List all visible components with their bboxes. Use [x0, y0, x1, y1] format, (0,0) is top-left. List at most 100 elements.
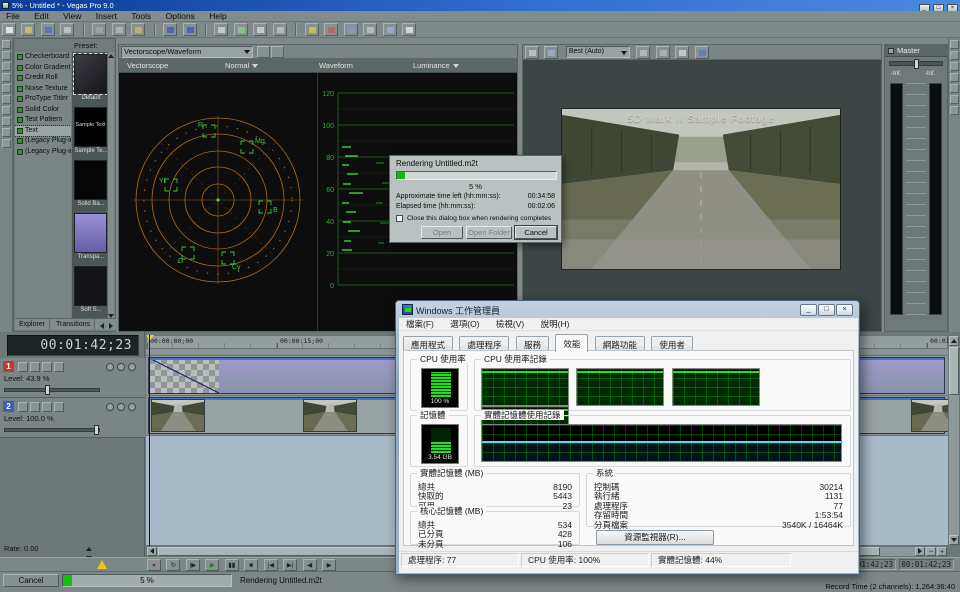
dock-tab-icon[interactable]: [950, 73, 959, 82]
spin-up-icon[interactable]: [86, 547, 92, 551]
cancel-render-button[interactable]: Cancel: [3, 574, 59, 587]
scope-grid-icon[interactable]: [271, 46, 284, 58]
close-button[interactable]: ×: [836, 304, 853, 316]
copy-snapshot-icon[interactable]: [675, 46, 689, 59]
tab-explorer[interactable]: Explorer: [15, 319, 50, 330]
slider-handle[interactable]: [45, 385, 50, 395]
preset-scrollbar[interactable]: [107, 52, 114, 320]
playhead-cursor[interactable]: [149, 335, 150, 546]
paste-icon[interactable]: [131, 23, 145, 36]
dock-tab-icon[interactable]: [2, 117, 11, 126]
generator-item[interactable]: ProType Titler: [15, 94, 71, 105]
slider-handle[interactable]: [94, 425, 99, 435]
playback-rate-control[interactable]: Rate: 0.00: [4, 544, 39, 553]
fader-handle[interactable]: [914, 59, 919, 69]
generator-item[interactable]: (Legacy Plug-in): [15, 136, 71, 147]
project-video-properties-icon[interactable]: [525, 46, 539, 59]
scroll-up-icon[interactable]: [949, 336, 959, 346]
menu-tools[interactable]: Tools: [125, 11, 157, 22]
zoom-in-button[interactable]: +: [937, 547, 947, 556]
next-frame-button[interactable]: ▶: [322, 559, 336, 571]
mute-button[interactable]: [106, 403, 114, 411]
tab-transitions[interactable]: Transitions: [52, 319, 95, 330]
menu-help[interactable]: Help: [203, 11, 232, 22]
mute-button[interactable]: [106, 363, 114, 371]
solo-button[interactable]: [117, 403, 125, 411]
project-properties-icon[interactable]: [60, 23, 74, 36]
copy-icon[interactable]: [112, 23, 126, 36]
preset-item[interactable]: Transpa...: [72, 211, 110, 264]
dock-tab-icon[interactable]: [2, 73, 11, 82]
preset-item[interactable]: Sample Text Sample Te...: [72, 105, 110, 158]
dock-tab-icon[interactable]: [950, 51, 959, 60]
track-automation-icon[interactable]: [42, 362, 52, 372]
track-number-badge[interactable]: 2: [3, 401, 14, 412]
track-fx-icon[interactable]: [30, 362, 40, 372]
scope-type-combo[interactable]: Vectorscope/Waveform: [121, 46, 253, 58]
stop-button[interactable]: ■: [244, 559, 258, 571]
tab-scroll-right-icon[interactable]: [109, 323, 113, 329]
close-when-done-checkbox[interactable]: [396, 215, 403, 222]
maximize-button[interactable]: □: [818, 304, 835, 316]
edit-tool-icon[interactable]: [234, 23, 248, 36]
solo-button[interactable]: [117, 363, 125, 371]
waveform-mode-combo[interactable]: Luminance: [413, 59, 459, 73]
menu-options[interactable]: Options: [160, 11, 201, 22]
cancel-button[interactable]: Cancel: [515, 226, 557, 239]
event-tool-icon[interactable]: [214, 23, 228, 36]
play-button[interactable]: ▶: [205, 559, 219, 571]
save-snapshot-icon[interactable]: [695, 46, 709, 59]
dock-tab-icon[interactable]: [2, 51, 11, 60]
previous-frame-button[interactable]: ◀: [303, 559, 317, 571]
dock-tab-icon[interactable]: [2, 106, 11, 115]
dock-tab-icon[interactable]: [950, 40, 959, 49]
master-fader[interactable]: [889, 61, 943, 66]
track-level-slider[interactable]: [4, 388, 100, 392]
tab-performance[interactable]: 效能: [555, 334, 588, 352]
record-button[interactable]: ●: [147, 559, 161, 571]
open-project-icon[interactable]: [21, 23, 35, 36]
scroll-up-icon[interactable]: [108, 54, 114, 58]
resource-monitor-button[interactable]: 資源監視器(R)...: [596, 530, 714, 545]
menu-edit[interactable]: Edit: [28, 11, 55, 22]
external-monitor-icon[interactable]: [544, 46, 558, 59]
dock-tab-icon[interactable]: [2, 128, 11, 137]
dock-tab-icon[interactable]: [2, 139, 11, 148]
generator-item-selected[interactable]: Text: [15, 126, 71, 137]
scrollbar-thumb[interactable]: [949, 347, 959, 395]
track-minimize-icon[interactable]: [18, 362, 28, 372]
generator-item[interactable]: Checkerboard: [15, 52, 71, 63]
menu-file[interactable]: 檔案(F): [399, 318, 441, 331]
generator-item[interactable]: Credit Roll: [15, 73, 71, 84]
help-icon[interactable]: [402, 23, 416, 36]
preset-item[interactable]: Default: [72, 52, 110, 105]
menu-insert[interactable]: Insert: [90, 11, 123, 22]
dock-tab-icon[interactable]: [950, 62, 959, 71]
menu-options[interactable]: 選項(O): [443, 318, 486, 331]
split-screen-view-icon[interactable]: [636, 46, 650, 59]
go-to-start-button[interactable]: |◀: [264, 559, 278, 571]
loop-playback-button[interactable]: ↻: [166, 559, 180, 571]
vectorscope-mode-combo[interactable]: Normal: [225, 59, 258, 73]
track-compositing-icon[interactable]: [54, 402, 64, 412]
render-as-icon[interactable]: [383, 23, 397, 36]
selection-tool-icon[interactable]: [253, 23, 267, 36]
dock-tab-icon[interactable]: [950, 84, 959, 93]
generator-item[interactable]: (Legacy Plug-in): [15, 147, 71, 158]
minimize-button[interactable]: _: [800, 304, 817, 316]
auto-ripple-icon[interactable]: [324, 23, 338, 36]
scroll-left-icon[interactable]: [147, 547, 157, 556]
cursor-timecode-display[interactable]: 00:01:42;23: [7, 335, 139, 356]
dock-tab-icon[interactable]: [2, 95, 11, 104]
ignore-grouping-icon[interactable]: [363, 23, 377, 36]
open-folder-button[interactable]: Open Folder: [466, 226, 512, 239]
track-fx-icon[interactable]: [30, 402, 40, 412]
fade-in-envelope[interactable]: [149, 358, 219, 393]
menu-file[interactable]: File: [0, 11, 26, 22]
dock-tab-icon[interactable]: [950, 95, 959, 104]
loop-region-marker[interactable]: [146, 335, 154, 341]
generator-item[interactable]: Test Pattern: [15, 115, 71, 126]
audio-warning-icon[interactable]: [97, 560, 107, 569]
save-project-icon[interactable]: [41, 23, 55, 36]
window-titlebar[interactable]: 5% - Untitled * - Vegas Pro 9.0 _ □ ×: [0, 0, 960, 11]
